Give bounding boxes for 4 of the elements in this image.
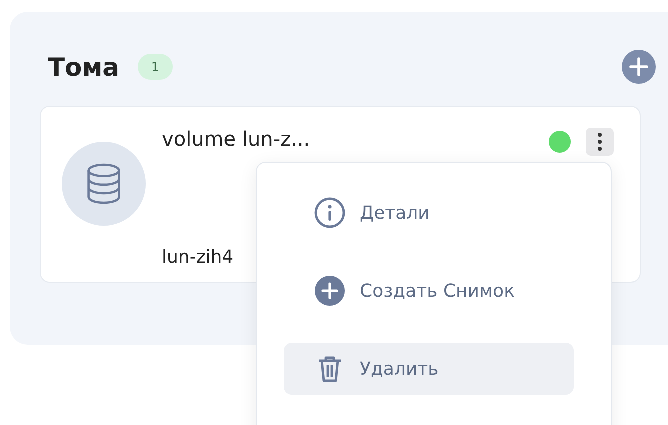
section-title: Тома: [48, 52, 120, 82]
volume-subtitle: lun-zih4: [162, 247, 235, 268]
count-badge: 1: [138, 54, 174, 80]
volume-name: volume lun-z...: [162, 127, 310, 151]
